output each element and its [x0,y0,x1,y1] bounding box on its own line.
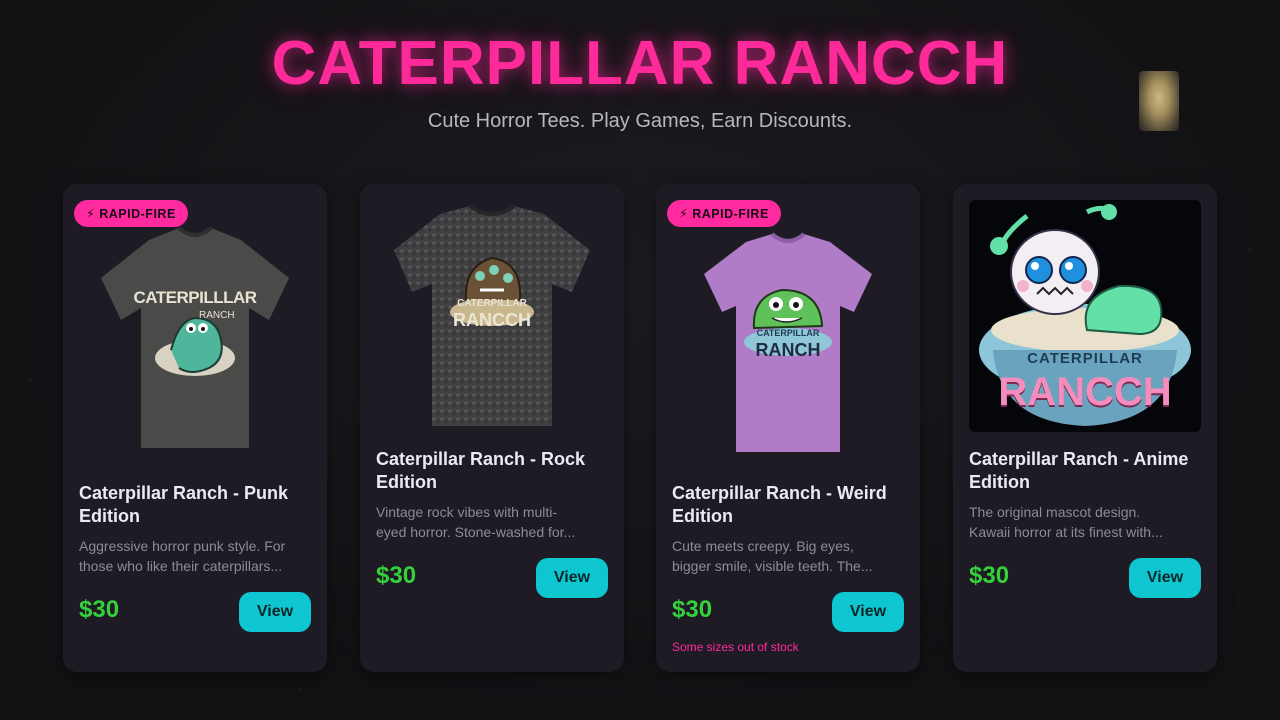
product-card-anime[interactable]: CATERPILLAR RANCCH Caterpillar Ranch - A… [953,184,1217,672]
product-image-anime[interactable]: CATERPILLAR RANCCH [969,200,1201,432]
stock-warning: Some sizes out of stock [672,640,799,654]
product-description: Aggressive horror punk style. For those … [79,538,286,574]
product-image-punk[interactable]: CATERPILLLAR RANCH [79,200,311,452]
product-grid: CATERPILLLAR RANCH ⚡ RAPID-FIRE Caterpil… [63,184,1217,672]
product-card-weird[interactable]: CATERPILLAR RANCH ⚡ RAPID-FIRE Caterpill… [656,184,920,672]
product-price: $30 [79,596,120,623]
art-text-top: CATERPILLLAR [133,288,257,307]
tshirt-image [704,232,872,452]
view-button[interactable]: View [1129,558,1201,598]
product-description: Cute meets creepy. Big eyes, bigger smil… [672,538,873,574]
view-button[interactable]: View [832,592,904,632]
product-name[interactable]: Caterpillar Ranch - Anime Edition [969,448,1201,494]
art-text-bottom: RANCCH [453,310,531,330]
product-image-weird[interactable]: CATERPILLAR RANCH [672,200,904,452]
rapid-fire-badge: ⚡ RAPID-FIRE [667,200,781,227]
art-text-top: CATERPILLAR [756,328,820,338]
product-name[interactable]: Caterpillar Ranch - Weird Edition [672,482,904,528]
product-name[interactable]: Caterpillar Ranch - Rock Edition [376,448,608,494]
product-card-punk[interactable]: CATERPILLLAR RANCH ⚡ RAPID-FIRE Caterpil… [63,184,327,672]
art-text-bottom: RANCH [199,310,235,321]
rapid-fire-badge: ⚡ RAPID-FIRE [74,200,188,227]
tshirt-image [101,226,289,448]
product-card-rock[interactable]: CATERPILLAR RANCCH Caterpillar Ranch - R… [360,184,624,672]
product-price: $30 [376,562,417,589]
art-text-top: CATERPILLAR [1027,350,1143,367]
page-title: CATERPILLAR RANCCH [271,29,1009,98]
product-price: $30 [672,596,713,623]
art-text-top: CATERPILLAR [457,298,527,309]
art-text-bottom: RANCCH [998,370,1172,414]
page-subtitle: Cute Horror Tees. Play Games, Earn Disco… [427,110,853,132]
view-button[interactable]: View [239,592,311,632]
product-image-rock[interactable]: CATERPILLAR RANCCH [376,200,608,452]
view-button[interactable]: View [536,558,608,598]
product-price: $30 [969,562,1010,589]
product-description: Vintage rock vibes with multi- eyed horr… [376,504,576,540]
product-description: The original mascot design. Kawaii horro… [969,504,1163,540]
lamp-icon [1139,71,1179,131]
art-text-bottom: RANCH [755,340,821,360]
product-name[interactable]: Caterpillar Ranch - Punk Edition [79,482,311,528]
